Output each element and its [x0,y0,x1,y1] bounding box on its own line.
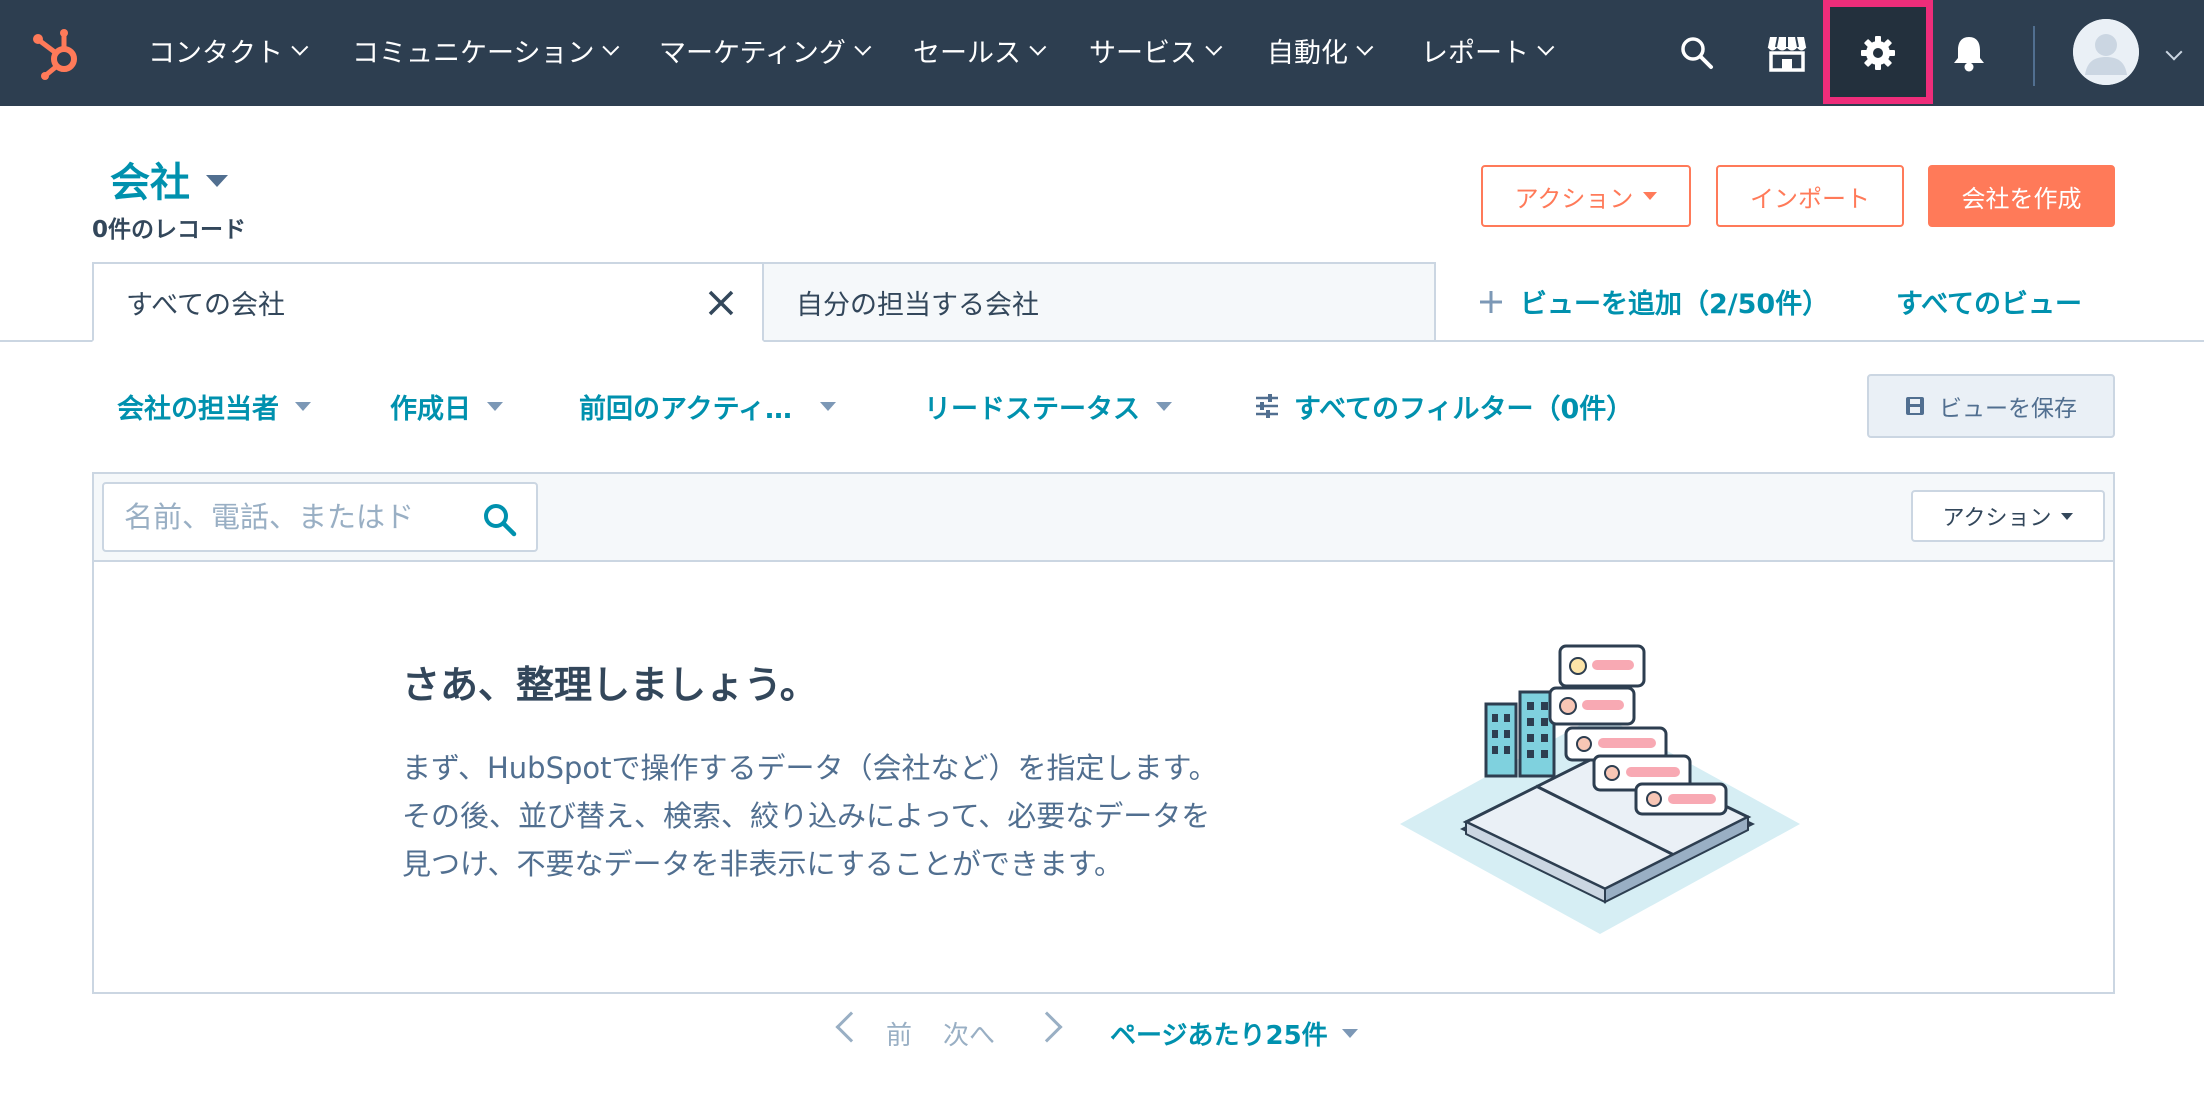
nav-item-label: コンタクト [148,37,283,69]
nav-item-label: マーケティング [659,37,846,69]
caret-down-icon [1643,192,1658,200]
caret-down-icon [487,401,503,411]
tab-all-companies[interactable]: すべての会社 [92,262,764,342]
create-company-label: 会社を作成 [1961,184,2082,213]
save-view-button[interactable]: ビューを保存 [1867,374,2115,438]
settings-gear-icon[interactable] [1851,26,1905,80]
filter-label: リードステータス [924,393,1140,425]
search-icon[interactable] [482,502,518,538]
page-title-dropdown[interactable]: 会社 [110,150,228,208]
hubspot-logo-icon[interactable] [30,25,86,81]
add-view-label: ビューを追加（2/50件） [1520,289,1830,320]
nav-item-contacts[interactable]: コンタクト [148,30,309,70]
table-actions-dropdown[interactable]: アクション [1911,490,2105,542]
caret-down-icon [820,401,837,411]
empty-state-line: 見つけ、不要なデータを非表示にすることができます。 [402,847,1123,881]
nav-item-label: サービス [1089,37,1197,69]
search-input[interactable] [124,496,464,538]
caret-down-icon [295,401,311,411]
nav-item-label: セールス [913,37,1021,69]
marketplace-icon[interactable] [1760,26,1814,80]
user-avatar[interactable] [2073,19,2139,85]
per-page-dropdown[interactable]: ページあたり25件 [1110,1010,1358,1056]
nav-item-reports[interactable]: レポート [1421,30,1555,70]
notifications-bell-icon[interactable] [1942,26,1996,80]
empty-state-book-illustration [1400,644,1820,944]
search-field[interactable] [102,482,538,552]
empty-state-line: まず、HubSpotで操作するデータ（会社など）を指定します。 [402,751,1218,785]
previous-page-button[interactable]: 前 [886,1010,912,1056]
actions-button-label: アクション [1514,184,1634,213]
chevron-down-icon [291,38,309,56]
all-filters-button[interactable]: すべてのフィルター（0件） [1254,386,1633,426]
chevron-down-icon [1205,38,1223,56]
nav-item-automation[interactable]: 自動化 [1267,30,1374,70]
top-navigation-bar: コンタクト コミュニケーション マーケティング セールス サービス 自動化 レポ… [0,0,2204,106]
add-view-button[interactable]: ビューを追加（2/50件） [1478,282,1829,321]
nav-item-label: レポート [1421,37,1529,69]
filter-label: 前回のアクティ… [579,393,793,425]
table-toolbar: アクション [94,474,2113,562]
caret-down-icon [1156,401,1172,411]
import-button-label: インポート [1750,184,1870,213]
filter-label: 作成日 [390,393,471,425]
empty-state-title: さあ、整理しましょう。 [402,663,818,707]
filter-sliders-icon [1256,394,1278,418]
nav-divider [2033,26,2035,86]
nav-item-service[interactable]: サービス [1089,30,1223,70]
tab-label: すべての会社 [126,289,286,321]
save-disk-icon [1906,397,1924,415]
all-views-label: すべてのビュー [1896,289,2083,320]
chevron-down-icon [1537,38,1555,56]
tab-my-companies[interactable]: 自分の担当する会社 [764,262,1436,342]
nav-item-conversations[interactable]: コミュニケーション [352,30,620,70]
next-page-label: 次へ [943,1020,996,1051]
next-page-button[interactable]: 次へ [943,1010,995,1056]
page-title: 会社 [110,160,190,206]
save-view-label: ビューを保存 [1939,396,2077,422]
per-page-label: ページあたり25件 [1110,1020,1328,1051]
create-company-button[interactable]: 会社を作成 [1928,165,2115,227]
nav-item-sales[interactable]: セールス [913,30,1047,70]
search-icon[interactable] [1670,26,1724,80]
all-views-link[interactable]: すべてのビュー [1896,282,2082,321]
chevron-right-icon[interactable] [1031,1011,1063,1043]
filter-label: 会社の担当者 [117,393,279,425]
chevron-down-icon [854,38,872,56]
tab-label: 自分の担当する会社 [796,289,1039,321]
chevron-down-icon[interactable] [2165,43,2183,61]
chevron-down-icon [1029,38,1047,56]
caret-down-icon [2061,512,2074,520]
table-actions-label: アクション [1942,506,2052,531]
filter-create-date[interactable]: 作成日 [390,386,503,426]
chevron-left-icon[interactable] [835,1011,867,1043]
chevron-down-icon [602,38,620,56]
nav-item-marketing[interactable]: マーケティング [659,30,872,70]
all-filters-label: すべてのフィルター（0件） [1294,393,1634,425]
empty-state-line: その後、並び替え、検索、絞り込みによって、必要なデータを [402,799,1211,833]
plus-icon [1480,290,1502,313]
filter-lead-status[interactable]: リードステータス [924,386,1172,426]
nav-item-label: 自動化 [1267,37,1348,69]
record-count: 0件のレコード [92,217,247,243]
filter-company-owner[interactable]: 会社の担当者 [117,386,311,426]
close-icon[interactable] [706,288,736,318]
filter-last-activity[interactable]: 前回のアクティ… [579,386,837,426]
empty-state-description: まず、HubSpotで操作するデータ（会社など）を指定します。 その後、並び替え… [402,744,1342,888]
previous-page-label: 前 [886,1020,913,1051]
caret-down-icon [1341,1028,1358,1038]
caret-down-icon [206,175,228,187]
import-button[interactable]: インポート [1716,165,1904,227]
records-table-panel: アクション さあ、整理しましょう。 まず、HubSpotで操作するデータ（会社な… [92,472,2115,994]
nav-item-label: コミュニケーション [352,37,595,69]
chevron-down-icon [1356,38,1374,56]
actions-dropdown-button[interactable]: アクション [1481,165,1691,227]
